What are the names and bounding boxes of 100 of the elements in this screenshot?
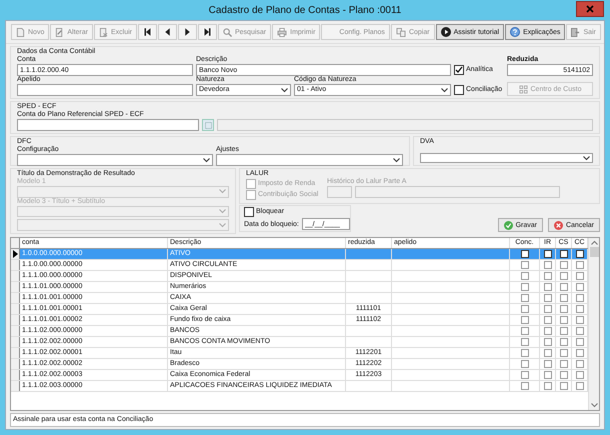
checkbox[interactable]	[576, 272, 584, 280]
checkbox[interactable]	[576, 250, 584, 258]
checkbox[interactable]	[544, 338, 552, 346]
checkbox[interactable]	[576, 360, 584, 368]
checkbox[interactable]	[576, 327, 584, 335]
toolbar-button[interactable]	[178, 24, 197, 40]
checkbox[interactable]	[544, 382, 552, 390]
window-title: Cadastro de Plano de Contas - Plano :0011	[208, 4, 402, 16]
checkbox[interactable]	[560, 349, 568, 357]
scrollbar-thumb[interactable]	[590, 247, 598, 257]
checkbox[interactable]	[560, 272, 568, 280]
checkbox[interactable]	[576, 338, 584, 346]
close-button[interactable]	[576, 1, 604, 17]
checkbox[interactable]	[520, 382, 528, 390]
chevron-down-icon	[203, 158, 210, 162]
checkbox[interactable]	[520, 327, 528, 335]
checkbox[interactable]	[560, 250, 568, 258]
checkbox[interactable]	[576, 316, 584, 324]
checkbox[interactable]	[520, 261, 528, 269]
grid-icon	[518, 84, 528, 94]
checkbox[interactable]	[544, 316, 552, 324]
copy-icon	[396, 28, 406, 36]
checkbox[interactable]	[520, 371, 528, 379]
chevron-down-icon	[219, 189, 226, 194]
toolbar-button[interactable]	[158, 24, 177, 40]
search-icon	[222, 28, 232, 36]
close-icon	[586, 5, 594, 13]
checkbox[interactable]	[544, 272, 552, 280]
checkbox[interactable]	[560, 294, 568, 302]
chevron-down-icon	[219, 222, 226, 228]
checkbox[interactable]	[560, 261, 568, 269]
checkbox[interactable]	[576, 305, 584, 313]
pencil-document-icon	[55, 28, 64, 36]
checkbox[interactable]	[520, 349, 528, 357]
checkbox[interactable]	[560, 283, 568, 291]
check-icon	[504, 220, 513, 230]
checkbox[interactable]	[576, 294, 584, 302]
checkbox[interactable]	[544, 294, 552, 302]
exit-icon	[571, 28, 580, 36]
historico-code-field	[327, 186, 352, 198]
cancel-icon	[554, 220, 563, 230]
checkbox[interactable]	[454, 84, 464, 94]
chevron-down-icon	[441, 88, 448, 92]
toolbar-button[interactable]	[138, 24, 157, 40]
checkbox[interactable]	[544, 305, 552, 313]
sped-account-field[interactable]	[17, 119, 199, 131]
checkbox[interactable]	[560, 360, 568, 368]
checkbox[interactable]	[520, 338, 528, 346]
dva-dropdown[interactable]	[420, 153, 593, 163]
checkbox[interactable]	[520, 250, 528, 258]
checkbox[interactable]	[544, 250, 552, 258]
document-icon	[16, 28, 25, 36]
ajustes-dropdown[interactable]	[216, 154, 403, 166]
checkbox[interactable]	[520, 305, 528, 313]
checkbox[interactable]	[544, 283, 552, 291]
checkbox[interactable]	[576, 283, 584, 291]
checkbox[interactable]	[576, 261, 584, 269]
chevron-down-icon	[393, 158, 400, 162]
play-icon	[440, 27, 451, 37]
checkbox[interactable]	[560, 327, 568, 335]
checkbox[interactable]	[544, 360, 552, 368]
checkbox[interactable]	[560, 338, 568, 346]
checkbox[interactable]	[560, 316, 568, 324]
checkbox[interactable]	[520, 360, 528, 368]
printer-icon	[277, 28, 288, 36]
checkbox[interactable]	[520, 316, 528, 324]
toolbar-button[interactable]	[198, 24, 217, 40]
scroll-down-icon	[590, 403, 598, 408]
chevron-down-icon	[219, 209, 226, 214]
first-icon	[142, 27, 152, 37]
dots-icon	[204, 122, 212, 128]
checkbox[interactable]	[560, 382, 568, 390]
checkbox[interactable]	[576, 349, 584, 357]
checkbox[interactable]	[560, 371, 568, 379]
checkbox[interactable]	[560, 305, 568, 313]
help-icon	[510, 27, 520, 37]
checkbox[interactable]	[520, 272, 528, 280]
next-icon	[182, 27, 192, 37]
lookup-button[interactable]	[202, 119, 214, 131]
checkbox[interactable]	[520, 283, 528, 291]
prev-icon	[162, 27, 172, 37]
checkbox[interactable]	[576, 382, 584, 390]
checkbox[interactable]	[454, 64, 464, 74]
checkbox[interactable]	[544, 371, 552, 379]
checkbox[interactable]	[520, 294, 528, 302]
scroll-up-icon	[590, 240, 598, 245]
checkbox[interactable]	[544, 327, 552, 335]
row-pointer-icon	[12, 250, 18, 258]
checkbox[interactable]	[244, 206, 254, 216]
checkbox[interactable]	[576, 371, 584, 379]
configuracao-dropdown[interactable]	[17, 154, 213, 166]
last-icon	[202, 27, 212, 37]
checkbox[interactable]	[544, 349, 552, 357]
delete-document-icon	[98, 28, 108, 36]
apelido-field[interactable]	[17, 84, 193, 96]
checkbox[interactable]	[544, 261, 552, 269]
chevron-down-icon	[281, 88, 288, 92]
table-cell	[346, 249, 392, 259]
scrollbar[interactable]	[588, 238, 599, 410]
chevron-down-icon	[583, 156, 590, 160]
